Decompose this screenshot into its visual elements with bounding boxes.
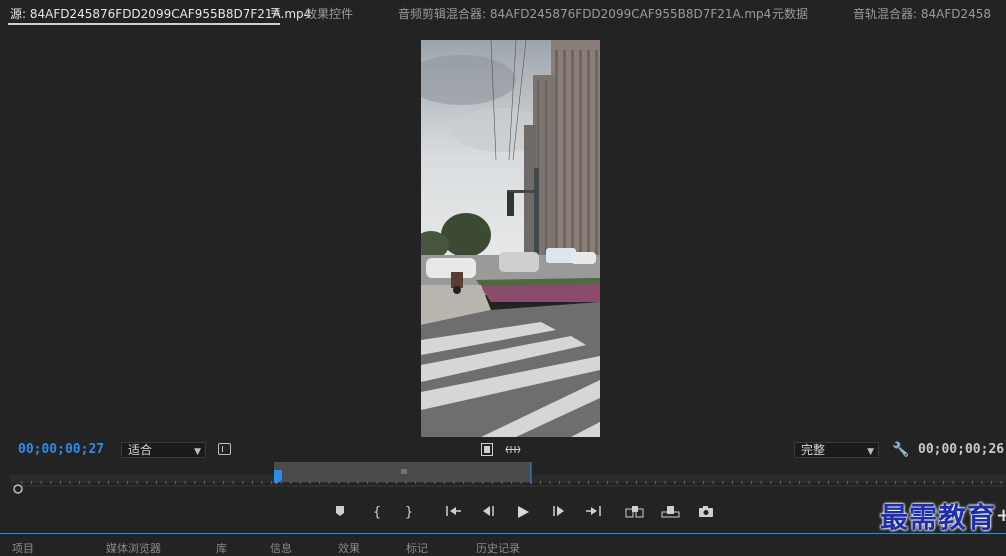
settings-toggle-icon[interactable] [218, 443, 231, 455]
tab-effect-controls[interactable]: 效果控件 [305, 5, 353, 22]
resolution-select-value: 完整 [801, 443, 826, 457]
step-forward-button[interactable] [551, 505, 567, 523]
insert-button[interactable] [625, 505, 645, 523]
drag-audio-video-icon[interactable] [505, 444, 521, 455]
tab-info[interactable]: 信息 [270, 540, 292, 556]
step-back-button[interactable] [480, 505, 496, 523]
tab-audio-clip-mixer[interactable]: 音频剪辑混合器: 84AFD245876FDD2099CAF955B8D7F21… [398, 5, 771, 22]
tab-effects[interactable]: 效果 [338, 540, 360, 556]
overwrite-button[interactable] [661, 505, 681, 523]
camera-icon[interactable] [698, 505, 714, 523]
tab-source[interactable]: 源: 84AFD245876FDD2099CAF955B8D7F21A.mp4 [10, 5, 311, 22]
zoom-select-value: 适合 [128, 443, 153, 457]
tab-markers[interactable]: 标记 [406, 540, 428, 556]
zoom-select[interactable]: 适合 ▼ [121, 442, 206, 458]
time-ruler[interactable] [10, 462, 1006, 498]
wrench-icon[interactable]: 🔧 [892, 442, 909, 458]
film-strip-icon[interactable] [481, 443, 493, 456]
go-to-in-button[interactable] [445, 505, 463, 523]
resolution-select[interactable]: 完整 ▼ [794, 442, 879, 458]
chevron-down-icon: ▼ [194, 447, 201, 457]
play-button[interactable] [515, 505, 531, 523]
video-frame[interactable] [421, 40, 600, 437]
tab-project[interactable]: 项目 [12, 540, 34, 556]
tab-history[interactable]: 历史记录 [476, 540, 520, 556]
time-ruler-ticks [10, 462, 1006, 494]
tab-metadata[interactable]: 元数据 [772, 5, 808, 22]
add-marker-button[interactable] [333, 505, 347, 523]
chevron-down-icon: ▼ [867, 447, 874, 457]
tab-libraries[interactable]: 库 [216, 540, 227, 556]
active-tab-underline [8, 23, 280, 25]
duration-timecode: 00;00;00;26 [918, 442, 1005, 457]
tab-audio-track-mixer[interactable]: 音轨混合器: 84AFD2458 [853, 5, 991, 22]
add-button-icon[interactable]: + [996, 505, 1006, 526]
video-frame-image [421, 40, 600, 437]
mark-out-button[interactable]: } [402, 505, 416, 523]
hamburger-menu-icon[interactable]: ≡ [270, 4, 281, 19]
panel-tab-bar: 源: 84AFD245876FDD2099CAF955B8D7F21A.mp4 … [0, 0, 1006, 28]
watermark-logo: 最需教育 [880, 501, 997, 534]
go-to-out-button[interactable] [584, 505, 602, 523]
current-timecode[interactable]: 00;00;00;27 [18, 442, 104, 457]
tab-media-browser[interactable]: 媒体浏览器 [106, 540, 161, 556]
mark-in-button[interactable]: { [370, 505, 384, 523]
